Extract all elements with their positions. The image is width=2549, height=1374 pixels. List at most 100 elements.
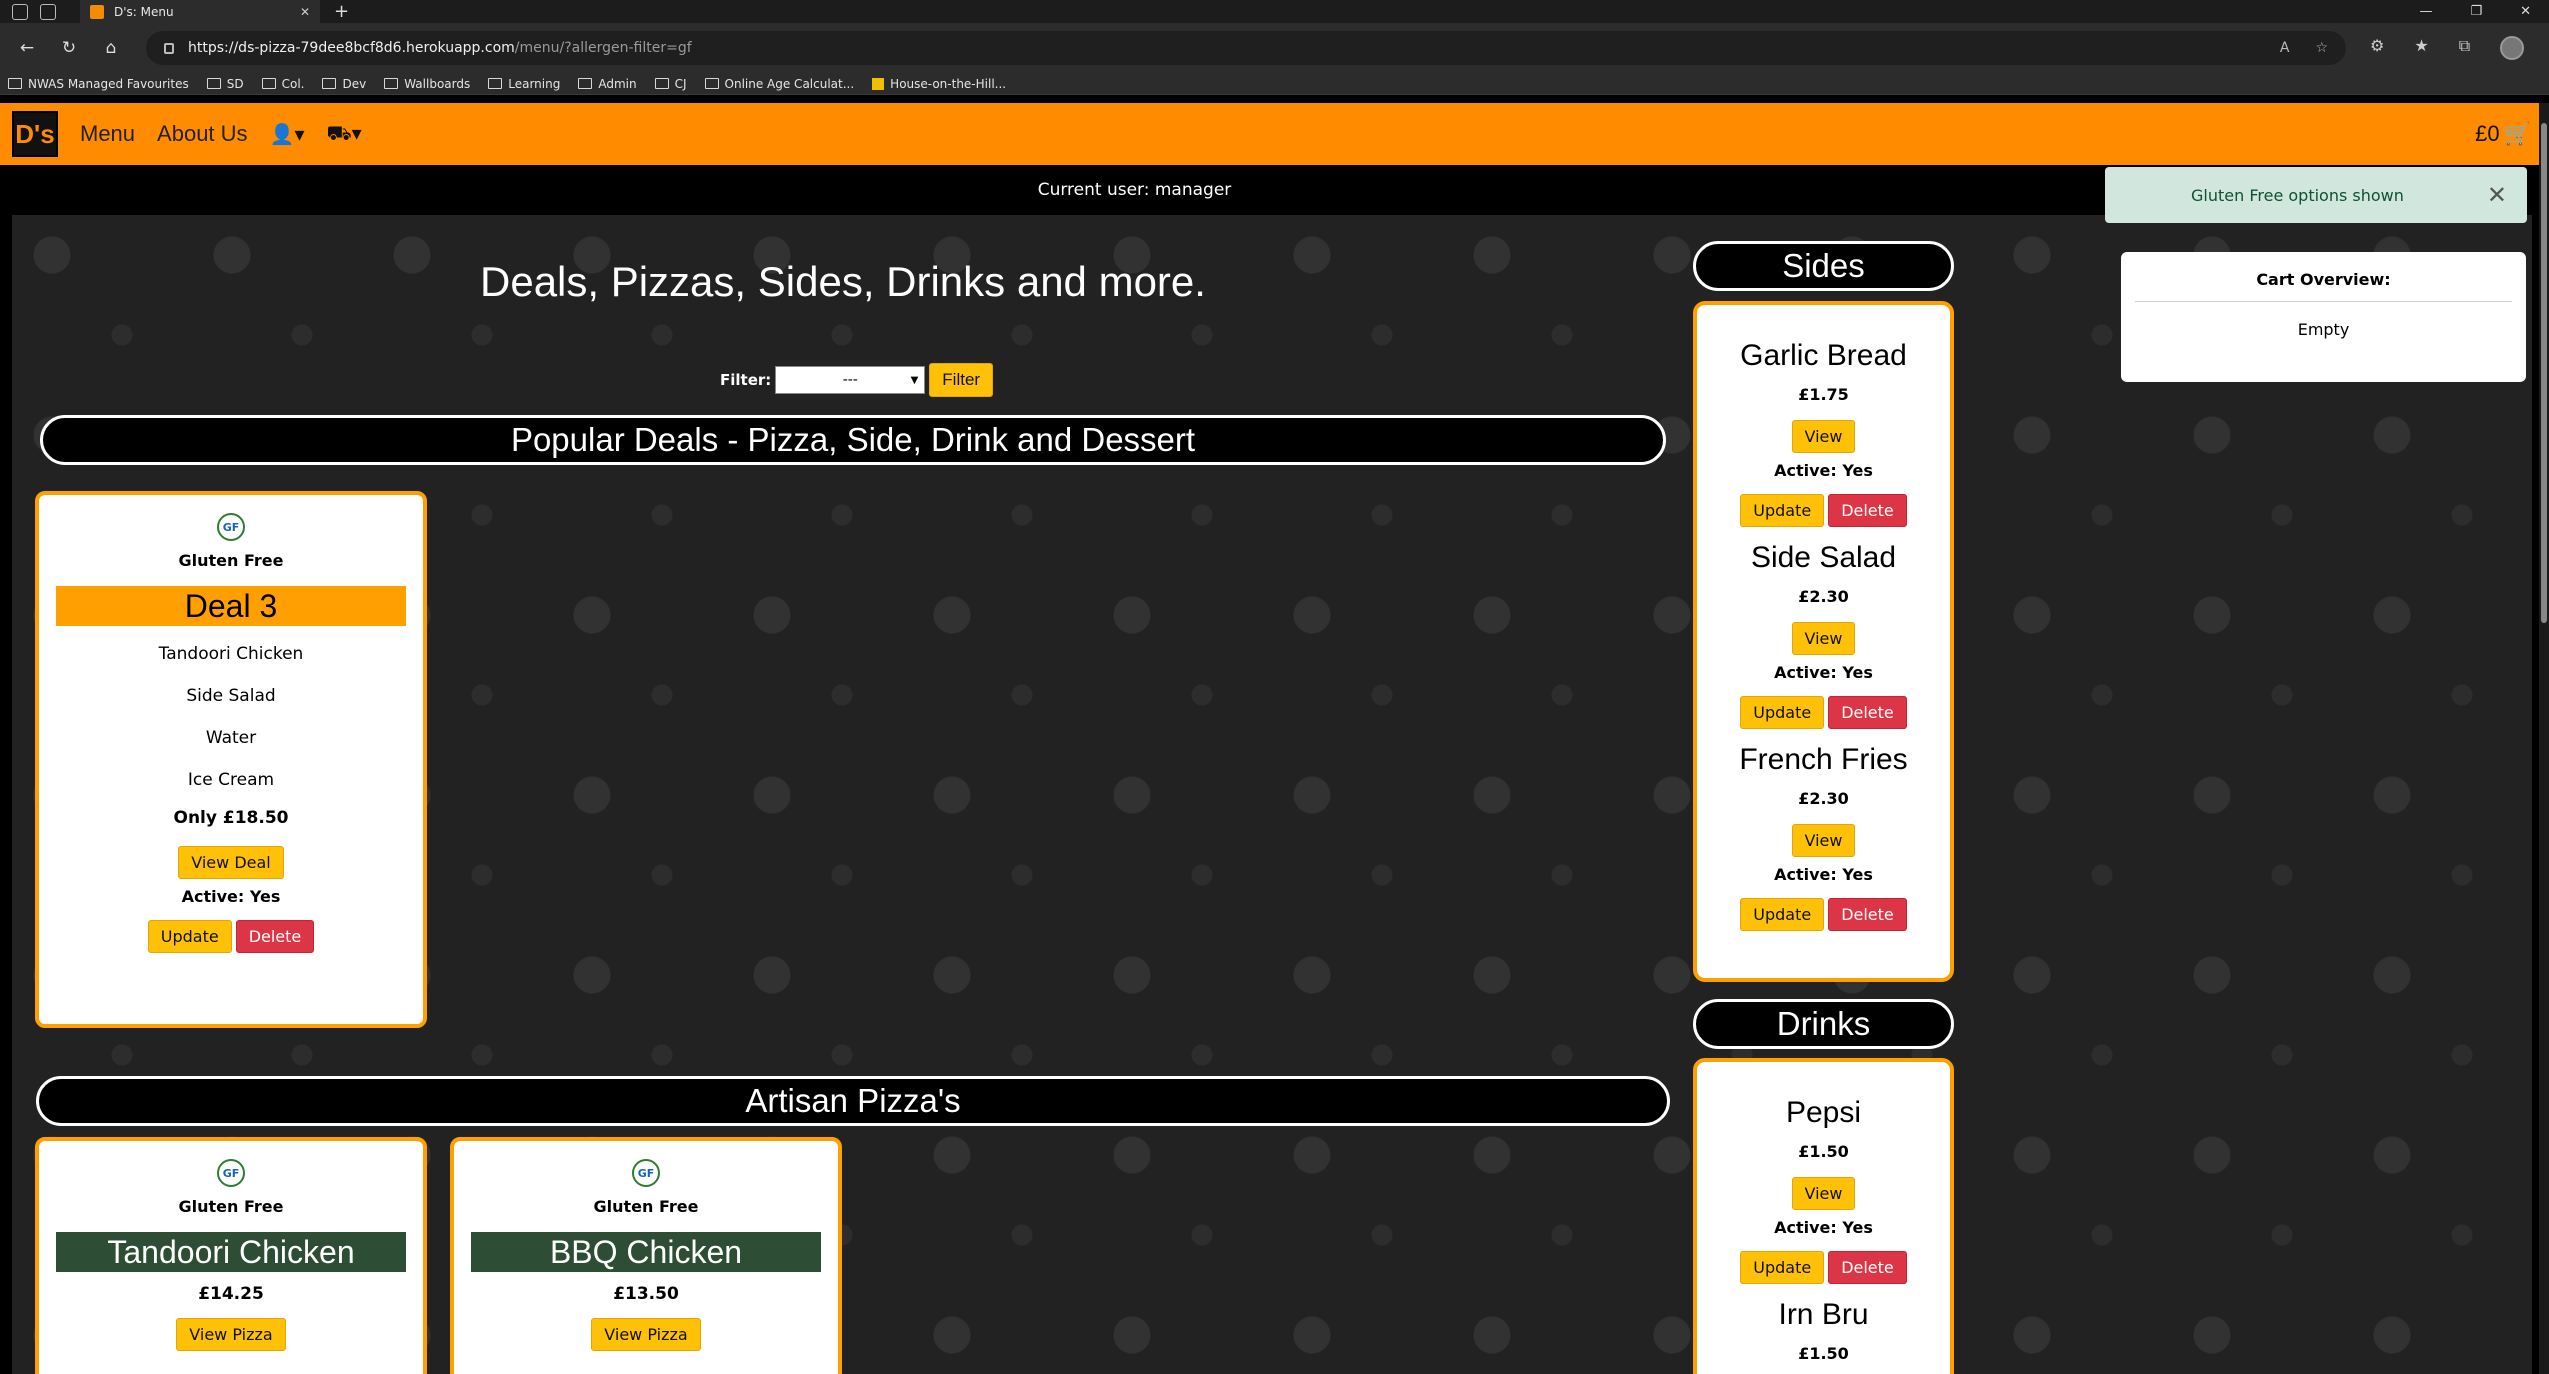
nav-menu-link[interactable]: Menu <box>80 121 135 147</box>
chevron-down-icon: ▼ <box>910 374 919 386</box>
folder-icon <box>654 78 669 89</box>
view-pizza-button[interactable]: View Pizza <box>591 1318 701 1351</box>
pizza-name: Tandoori Chicken <box>56 1232 406 1272</box>
page-scrollbar[interactable] <box>2539 103 2549 1374</box>
update-side-button[interactable]: Update <box>1740 898 1825 931</box>
folder-icon <box>206 78 221 89</box>
view-pizza-button[interactable]: View Pizza <box>176 1318 286 1351</box>
drinks-card: Pepsi £1.50 View Active: Yes Update Dele… <box>1693 1058 1954 1374</box>
close-tab-icon[interactable]: ✕ <box>300 5 310 19</box>
minimize-icon[interactable]: — <box>2419 4 2432 19</box>
sides-heading: Sides <box>1693 241 1954 291</box>
tab-title: D's: Menu <box>114 4 174 19</box>
gluten-free-label: Gluten Free <box>593 1197 699 1216</box>
deal-card: GF Gluten Free Deal 3 Tandoori Chicken S… <box>35 491 427 1028</box>
allergen-filter-select[interactable]: --- ▼ <box>775 366 926 394</box>
filter-toast: Gluten Free options shown ✕ <box>2105 167 2527 223</box>
folder-icon <box>384 78 399 89</box>
delete-side-button[interactable]: Delete <box>1828 898 1907 931</box>
favorite-item[interactable]: House-on-the-Hill... <box>872 77 1006 91</box>
drink-name: Irn Bru <box>1778 1298 1869 1331</box>
update-drink-button[interactable]: Update <box>1740 1251 1825 1284</box>
gluten-free-label: Gluten Free <box>178 551 284 570</box>
divider <box>2135 301 2512 302</box>
drink-active-status: Active: Yes <box>1774 1218 1873 1237</box>
favorite-item[interactable]: Col. <box>261 77 304 91</box>
delete-side-button[interactable]: Delete <box>1828 494 1907 527</box>
view-deal-button[interactable]: View Deal <box>178 846 284 879</box>
cart-total: £0 <box>2475 121 2500 146</box>
nav-about-link[interactable]: About Us <box>157 121 248 147</box>
url-input[interactable]: https://ds-pizza-79dee8bcf8d6.herokuapp.… <box>146 31 2346 65</box>
page-headline: Deals, Pizzas, Sides, Drinks and more. <box>480 258 1206 305</box>
cart-overview: Cart Overview: Empty <box>2121 252 2526 382</box>
close-window-icon[interactable]: ✕ <box>2520 4 2531 19</box>
collections-icon[interactable]: ⧉ <box>2459 36 2470 60</box>
side-price: £2.30 <box>1798 587 1849 606</box>
favorite-item[interactable]: Online Age Calculat... <box>704 77 854 91</box>
restore-icon[interactable]: ❐ <box>2470 4 2482 19</box>
pizza-card: GF Gluten Free Tandoori Chicken £14.25 V… <box>35 1137 427 1374</box>
update-side-button[interactable]: Update <box>1740 494 1825 527</box>
site-navbar: D's Menu About Us 👤▾ ⛟▾ £0 🛒 <box>0 103 2549 165</box>
close-icon[interactable]: ✕ <box>2487 181 2507 209</box>
gluten-free-label: Gluten Free <box>178 1197 284 1216</box>
profile-avatar[interactable] <box>2500 36 2525 60</box>
delete-drink-button[interactable]: Delete <box>1828 1251 1907 1284</box>
update-side-button[interactable]: Update <box>1740 696 1825 729</box>
side-price: £2.30 <box>1798 789 1849 808</box>
page-icon <box>704 78 719 89</box>
browser-tabbar: D's: Menu ✕ + — ❐ ✕ <box>0 0 2549 23</box>
cart-link[interactable]: £0 🛒 <box>2475 121 2531 147</box>
filter-form: Filter: --- ▼ Filter <box>720 363 994 397</box>
refresh-icon[interactable]: ↻ <box>54 38 84 58</box>
view-side-button[interactable]: View <box>1791 420 1856 453</box>
read-aloud-icon[interactable]: A <box>2280 40 2290 56</box>
filter-selected-value: --- <box>842 372 858 388</box>
side-name: French Fries <box>1739 743 1908 776</box>
back-icon[interactable]: ← <box>12 38 42 58</box>
browser-tab[interactable]: D's: Menu ✕ <box>80 0 320 23</box>
favorite-item[interactable]: Learning <box>488 77 560 91</box>
favorite-item[interactable]: Admin <box>578 77 637 91</box>
favorite-item[interactable]: Dev <box>322 77 366 91</box>
favorite-item[interactable]: CJ <box>654 77 687 91</box>
pizza-price: £13.50 <box>613 1284 679 1304</box>
toast-message: Gluten Free options shown <box>2191 185 2404 205</box>
cart-status: Empty <box>2297 320 2350 339</box>
home-icon[interactable]: ⌂ <box>96 38 126 58</box>
url-path: /menu/?allergen-filter=gf <box>514 40 692 56</box>
favorite-item[interactable]: Wallboards <box>384 77 470 91</box>
side-item: Side Salad £2.30 View Active: Yes Update… <box>1697 527 1950 729</box>
side-price: £1.75 <box>1798 385 1849 404</box>
folder-icon <box>261 78 276 89</box>
favorite-item[interactable]: NWAS Managed Favourites <box>8 77 189 91</box>
new-tab-icon[interactable]: + <box>334 1 349 22</box>
favorite-star-icon[interactable]: ☆ <box>2315 40 2328 56</box>
site-logo[interactable]: D's <box>12 111 58 157</box>
favorites-icon[interactable]: ★ <box>2414 36 2428 60</box>
view-drink-button[interactable]: View <box>1791 1177 1856 1210</box>
workspaces-icon[interactable] <box>12 3 28 20</box>
user-dropdown-icon[interactable]: 👤▾ <box>270 122 305 146</box>
scrollbar-thumb[interactable] <box>2541 123 2547 623</box>
gluten-free-icon: GF <box>217 513 245 541</box>
extensions-icon[interactable]: ⚙ <box>2370 36 2384 60</box>
deal-active-status: Active: Yes <box>181 887 281 906</box>
side-active-status: Active: Yes <box>1774 663 1873 682</box>
filter-button[interactable]: Filter <box>929 363 994 397</box>
gluten-free-icon: GF <box>217 1159 245 1187</box>
manager-dropdown-icon[interactable]: ⛟▾ <box>327 121 362 148</box>
favorite-item[interactable]: SD <box>206 77 244 91</box>
update-deal-button[interactable]: Update <box>147 920 232 953</box>
tab-actions-icon[interactable] <box>40 3 56 20</box>
pizza-price: £14.25 <box>198 1284 264 1304</box>
lock-icon <box>164 42 174 54</box>
view-side-button[interactable]: View <box>1791 622 1856 655</box>
side-item: French Fries £2.30 View Active: Yes Upda… <box>1697 729 1950 931</box>
delete-deal-button[interactable]: Delete <box>235 920 315 953</box>
cart-icon: 🛒 <box>2503 121 2531 146</box>
delete-side-button[interactable]: Delete <box>1828 696 1907 729</box>
drinks-heading: Drinks <box>1693 999 1954 1049</box>
view-side-button[interactable]: View <box>1791 824 1856 857</box>
